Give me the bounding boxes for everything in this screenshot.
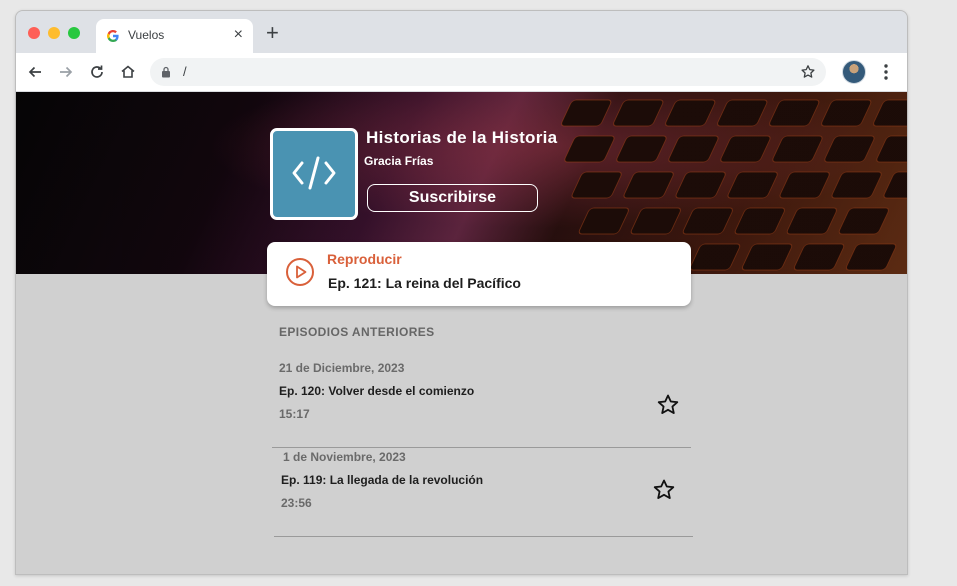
back-arrow-icon[interactable] — [26, 63, 44, 81]
play-label: Reproducir — [327, 251, 402, 267]
forward-arrow-icon[interactable] — [57, 63, 75, 81]
url-text: / — [183, 64, 187, 79]
more-menu-icon[interactable] — [878, 62, 894, 82]
episode-title: Ep. 119: La llegada de la revolución — [281, 473, 484, 487]
favorite-star-icon[interactable] — [656, 393, 680, 417]
browser-tab[interactable]: Vuelos × — [96, 19, 253, 53]
play-icon[interactable] — [285, 257, 315, 287]
episode-duration: 23:56 — [281, 496, 312, 510]
minimize-window-button[interactable] — [48, 27, 60, 39]
close-window-button[interactable] — [28, 27, 40, 39]
lock-icon — [162, 66, 170, 78]
episode-title: Ep. 120: Volver desde el comienzo — [279, 384, 475, 398]
now-playing-card[interactable]: Reproducir Ep. 121: La reina del Pacífic… — [267, 242, 691, 306]
favorite-star-icon[interactable] — [652, 478, 676, 502]
google-icon — [107, 30, 119, 42]
bookmark-star-icon[interactable] — [800, 64, 816, 80]
code-icon — [292, 156, 336, 190]
podcast-cover — [270, 128, 358, 220]
browser-window: Vuelos × + / Historias de la Historia Gr… — [15, 10, 908, 575]
profile-avatar[interactable] — [842, 60, 866, 84]
list-item[interactable]: 21 de Diciembre, 2023 Ep. 120: Volver de… — [272, 358, 691, 448]
home-icon[interactable] — [119, 63, 137, 81]
maximize-window-button[interactable] — [68, 27, 80, 39]
previous-episodes-heading: EPISODIOS ANTERIORES — [279, 325, 435, 339]
list-item[interactable]: 1 de Noviembre, 2023 Ep. 119: La llegada… — [274, 447, 693, 537]
address-bar[interactable]: / — [150, 58, 826, 86]
reload-icon[interactable] — [88, 63, 106, 81]
new-tab-button[interactable]: + — [266, 22, 279, 44]
page-content: Historias de la Historia Gracia Frías Su… — [16, 92, 907, 574]
tab-close-icon[interactable]: × — [234, 26, 243, 44]
subscribe-button[interactable]: Suscribirse — [367, 184, 538, 212]
podcast-author: Gracia Frías — [364, 154, 434, 168]
podcast-title: Historias de la Historia — [366, 128, 558, 147]
tab-title: Vuelos — [128, 28, 165, 42]
current-episode-title: Ep. 121: La reina del Pacífico — [328, 275, 521, 291]
tab-bar: Vuelos × + — [16, 11, 907, 53]
episode-duration: 15:17 — [279, 407, 310, 421]
browser-toolbar: / — [16, 53, 907, 92]
episode-date: 1 de Noviembre, 2023 — [283, 450, 406, 464]
episode-date: 21 de Diciembre, 2023 — [279, 361, 405, 375]
